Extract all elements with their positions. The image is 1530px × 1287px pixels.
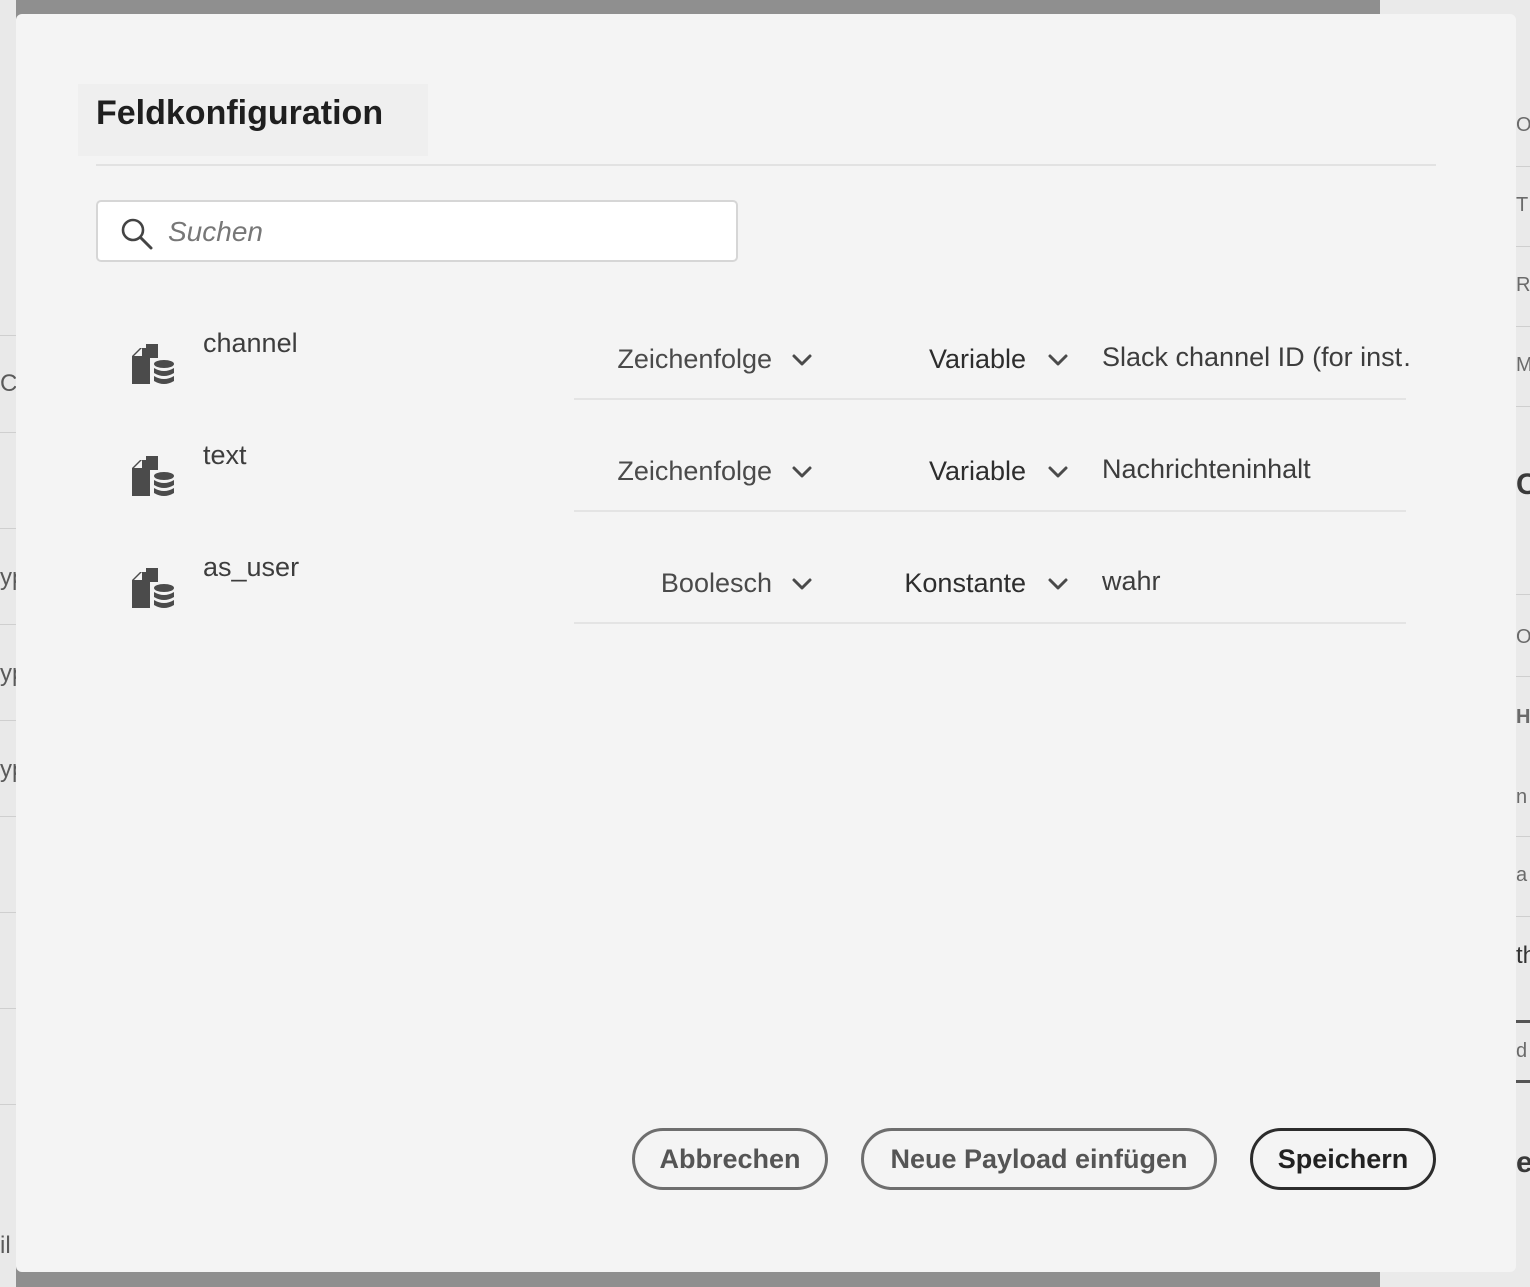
field-row: text Zeichenfolge Variable Nachrichtenin… [16,436,1516,548]
background-left-panel: C yp yp yp il [0,0,16,1287]
field-name: text [203,440,247,470]
bg-text-fragment: il [0,1232,11,1259]
bg-divider [0,720,16,721]
bg-divider [0,432,16,433]
bg-divider [0,528,16,529]
bg-text-fragment: a [1516,864,1528,886]
bg-text-fragment: O [1516,114,1530,136]
chevron-down-icon[interactable] [788,460,816,484]
field-type-value[interactable]: Zeichenfolge [496,456,772,487]
bg-text-fragment: yp [0,660,16,687]
field-mode-value[interactable]: Variable [836,456,1026,487]
bg-text-fragment: RI [1516,274,1530,296]
field-mode-value[interactable]: Variable [836,344,1026,375]
field-schema-icon [132,344,174,384]
bg-text-fragment: d [1516,1040,1528,1062]
field-value[interactable]: Slack channel ID (for inst… [1102,342,1410,373]
bg-divider [0,1008,16,1009]
field-type-value[interactable]: Zeichenfolge [496,344,772,375]
search-box[interactable] [96,200,738,262]
insert-payload-button[interactable]: Neue Payload einfügen [861,1128,1217,1190]
field-value[interactable]: Nachrichteninhalt [1102,454,1410,485]
field-row: channel Zeichenfolge Variable Slack chan… [16,324,1516,436]
field-name: as_user [203,552,300,582]
bg-divider [0,912,16,913]
search-icon [121,218,153,250]
bg-divider [0,335,16,336]
bg-text-fragment: C [1516,468,1530,501]
field-schema-icon [132,456,174,496]
bg-text-fragment: HE [1516,706,1530,728]
chevron-down-icon[interactable] [1044,348,1072,372]
chevron-down-icon[interactable] [1044,460,1072,484]
bg-divider [0,816,16,817]
bg-text-fragment: e [1516,1146,1530,1179]
field-mode-value[interactable]: Konstante [836,568,1026,599]
chevron-down-icon[interactable] [788,572,816,596]
bg-text-fragment: O [1516,626,1530,648]
row-divider [574,398,1406,400]
bg-divider [0,1104,16,1105]
bg-text-fragment: TI [1516,194,1530,216]
row-divider [574,510,1406,512]
chevron-down-icon[interactable] [788,348,816,372]
save-button[interactable]: Speichern [1250,1128,1436,1190]
bg-divider [0,624,16,625]
bg-text-fragment: yp [0,756,16,783]
field-configuration-dialog: Feldkonfiguration channel Zeichenfolge V… [16,14,1516,1272]
bg-text-fragment: n [1516,786,1528,808]
bg-text-fragment: yp [0,564,16,591]
field-type-value[interactable]: Boolesch [496,568,772,599]
dialog-title: Feldkonfiguration [96,94,384,132]
field-name: channel [203,328,298,358]
field-value[interactable]: wahr [1102,566,1410,597]
cancel-button[interactable]: Abbrechen [632,1128,828,1190]
bg-text-fragment: C [0,370,16,397]
field-schema-icon [132,568,174,608]
bg-text-fragment: M [1516,354,1530,376]
search-input[interactable] [166,210,710,254]
field-row: as_user Boolesch Konstante wahr [16,548,1516,660]
title-divider [96,164,1436,166]
chevron-down-icon[interactable] [1044,572,1072,596]
row-divider [574,622,1406,624]
bg-text-fragment: th [1516,942,1530,969]
